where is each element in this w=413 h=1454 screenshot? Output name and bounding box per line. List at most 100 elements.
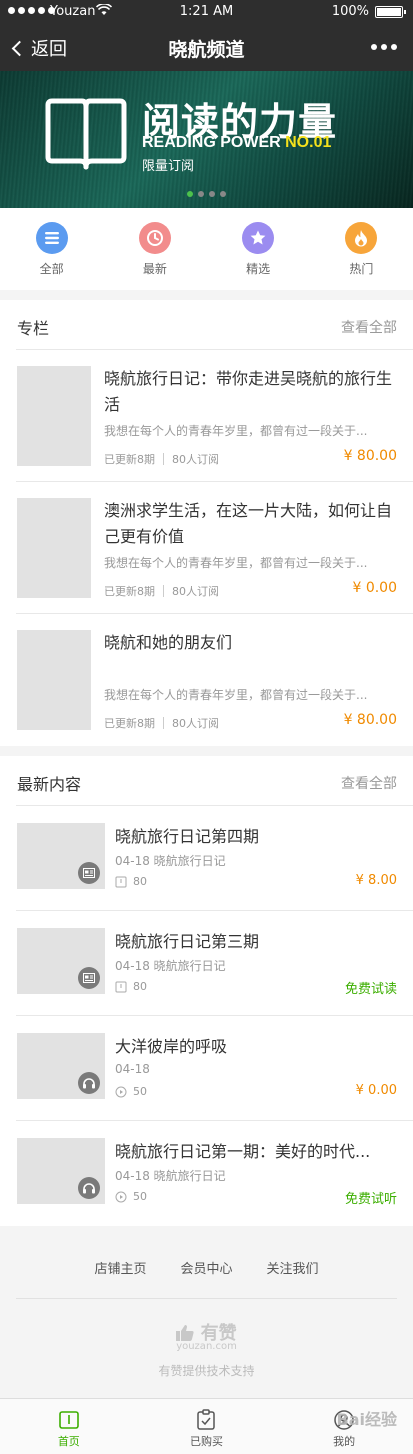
footer-link-follow-us[interactable]: 关注我们 [267,1258,319,1277]
clipboard-check-icon [197,1409,216,1430]
watermark: Bai经验 [336,1410,397,1429]
content-item[interactable]: 晓航旅行日记第四期 04-18 晓航旅行日记 80 ¥ 8.00 [16,806,413,911]
youzan-domain: youzan.com [176,1341,237,1352]
battery-percent: 100% [331,4,369,19]
footer-links: 店铺主页 会员中心 关注我们 [0,1258,413,1277]
book-icon [115,876,127,887]
content-item[interactable]: 晓航旅行日记第一期：美好的时代... 04-18 晓航旅行日记 50 免费试听 [16,1121,413,1226]
play-icon [115,1191,127,1202]
content-date: 04-18 晓航旅行日记 [115,854,226,868]
columns-section: 专栏 查看全部 晓航旅行日记：带你走进吴晓航的旅行生活 我想在每个人的青春年岁里… [0,300,413,746]
column-desc: 我想在每个人的青春年岁里，都曾有过一段关于... [104,424,368,438]
tab-home[interactable]: 首页 [0,1399,138,1454]
fire-icon [345,222,378,254]
page-title: 晓航频道 [168,39,245,61]
section-header: 专栏 查看全部 [16,300,413,350]
column-updated: 已更新8期 [104,585,155,598]
footer-link-member-center[interactable]: 会员中心 [180,1258,232,1277]
category-latest[interactable]: 最新 [103,208,206,290]
tab-purchased[interactable]: 已购买 [138,1399,276,1454]
column-cover [17,498,91,598]
tech-support-text: 有赞提供技术支持 [158,1364,255,1378]
article-icon [78,862,100,884]
content-count-value: 80 [133,875,147,888]
shop-footer: 店铺主页 会员中心 关注我们 有赞 youzan.com 有赞提供技术支持 [0,1226,413,1398]
category-all[interactable]: 全部 [0,208,103,290]
section-title: 最新内容 [17,775,82,794]
carousel-dot[interactable] [198,191,204,197]
home-book-icon [59,1411,79,1429]
section-title: 专栏 [17,319,50,338]
column-subs: 80人订阅 [172,453,219,466]
open-book-icon [45,98,127,170]
footer-link-shop-home[interactable]: 店铺主页 [94,1258,146,1277]
carousel-dot[interactable] [187,191,193,197]
content-cover [17,823,105,889]
carousel-dot[interactable] [220,191,226,197]
content-price: 免费试听 [344,1192,397,1207]
view-all-link[interactable]: 查看全部 [341,317,397,337]
content-item[interactable]: 大洋彼岸的呼吸 04-18 50 ¥ 0.00 [16,1016,413,1121]
content-count-value: 50 [133,1190,147,1203]
battery-icon [375,6,406,18]
column-desc: 我想在每个人的青春年岁里，都曾有过一段关于... [104,556,368,570]
banner-carousel[interactable]: 阅读的力量 READING POWER NO.01 限量订阅 [0,71,413,208]
category-hot[interactable]: 热门 [310,208,413,290]
carousel-dot[interactable] [209,191,215,197]
tab-label: 已购买 [189,1435,223,1448]
view-all-link[interactable]: 查看全部 [341,773,397,793]
content-count: 80 [115,980,147,993]
column-subs: 80人订阅 [172,717,219,730]
section-header: 最新内容 查看全部 [16,756,413,806]
column-price: ¥ 0.00 [352,580,397,596]
tab-label: 首页 [57,1435,80,1448]
column-title: 澳洲求学生活，在这一片大陆，如何让自己更有价值 [104,501,393,546]
content-item[interactable]: 晓航旅行日记第三期 04-18 晓航旅行日记 80 免费试读 [16,911,413,1016]
article-icon [78,967,100,989]
content-date: 04-18 [115,1062,150,1076]
banner-subtitle: READING POWER NO.01 [142,134,331,152]
column-cover [17,630,91,730]
footer-divider [16,1298,397,1299]
list-icon [35,222,68,254]
content-price: 免费试读 [344,982,397,997]
banner-issue: NO.01 [285,134,332,151]
column-price: ¥ 80.00 [343,448,397,464]
content-count: 50 [115,1085,147,1098]
category-label: 热门 [349,262,374,276]
column-title: 晓航旅行日记：带你走进吴晓航的旅行生活 [104,369,393,414]
content-count: 50 [115,1190,147,1203]
content-title: 晓航旅行日记第一期：美好的时代... [115,1142,371,1161]
column-item[interactable]: 澳洲求学生活，在这一片大陆，如何让自己更有价值 我想在每个人的青春年岁里，都曾有… [16,482,413,614]
category-label: 最新 [142,262,167,276]
tab-label: 我的 [333,1435,356,1448]
column-title: 晓航和她的朋友们 [104,633,233,652]
content-cover [17,1033,105,1099]
carousel-indicator [187,191,226,197]
category-label: 全部 [39,262,64,276]
content-count-value: 80 [133,980,147,993]
top-bar: Youzan 1:21 AM 100% 返回 晓航频道 [0,0,413,71]
nav-bar: 返回 晓航频道 [0,24,413,71]
headphones-icon [78,1177,100,1199]
category-featured[interactable]: 精选 [207,208,310,290]
content-price: ¥ 8.00 [355,873,397,888]
column-item[interactable]: 晓航和她的朋友们 我想在每个人的青春年岁里，都曾有过一段关于... 已更新8期 8… [16,614,413,746]
content-date: 04-18 晓航旅行日记 [115,959,226,973]
column-meta: 已更新8期 80人订阅 [104,451,219,467]
content-price: ¥ 0.00 [355,1083,397,1098]
content-count: 80 [115,875,147,888]
column-item[interactable]: 晓航旅行日记：带你走进吴晓航的旅行生活 我想在每个人的青春年岁里，都曾有过一段关… [16,350,413,482]
clock-icon [138,222,171,254]
content-cover [17,928,105,994]
more-menu-button[interactable] [371,44,397,50]
play-icon [115,1086,127,1097]
star-icon [242,222,275,254]
thumbs-up-icon [176,1325,194,1341]
banner-subtitle-text: READING POWER [142,134,281,151]
column-subs: 80人订阅 [172,585,219,598]
content-cover [17,1138,105,1204]
category-label: 精选 [246,262,271,276]
column-price: ¥ 80.00 [343,712,397,728]
column-meta: 已更新8期 80人订阅 [104,715,219,731]
